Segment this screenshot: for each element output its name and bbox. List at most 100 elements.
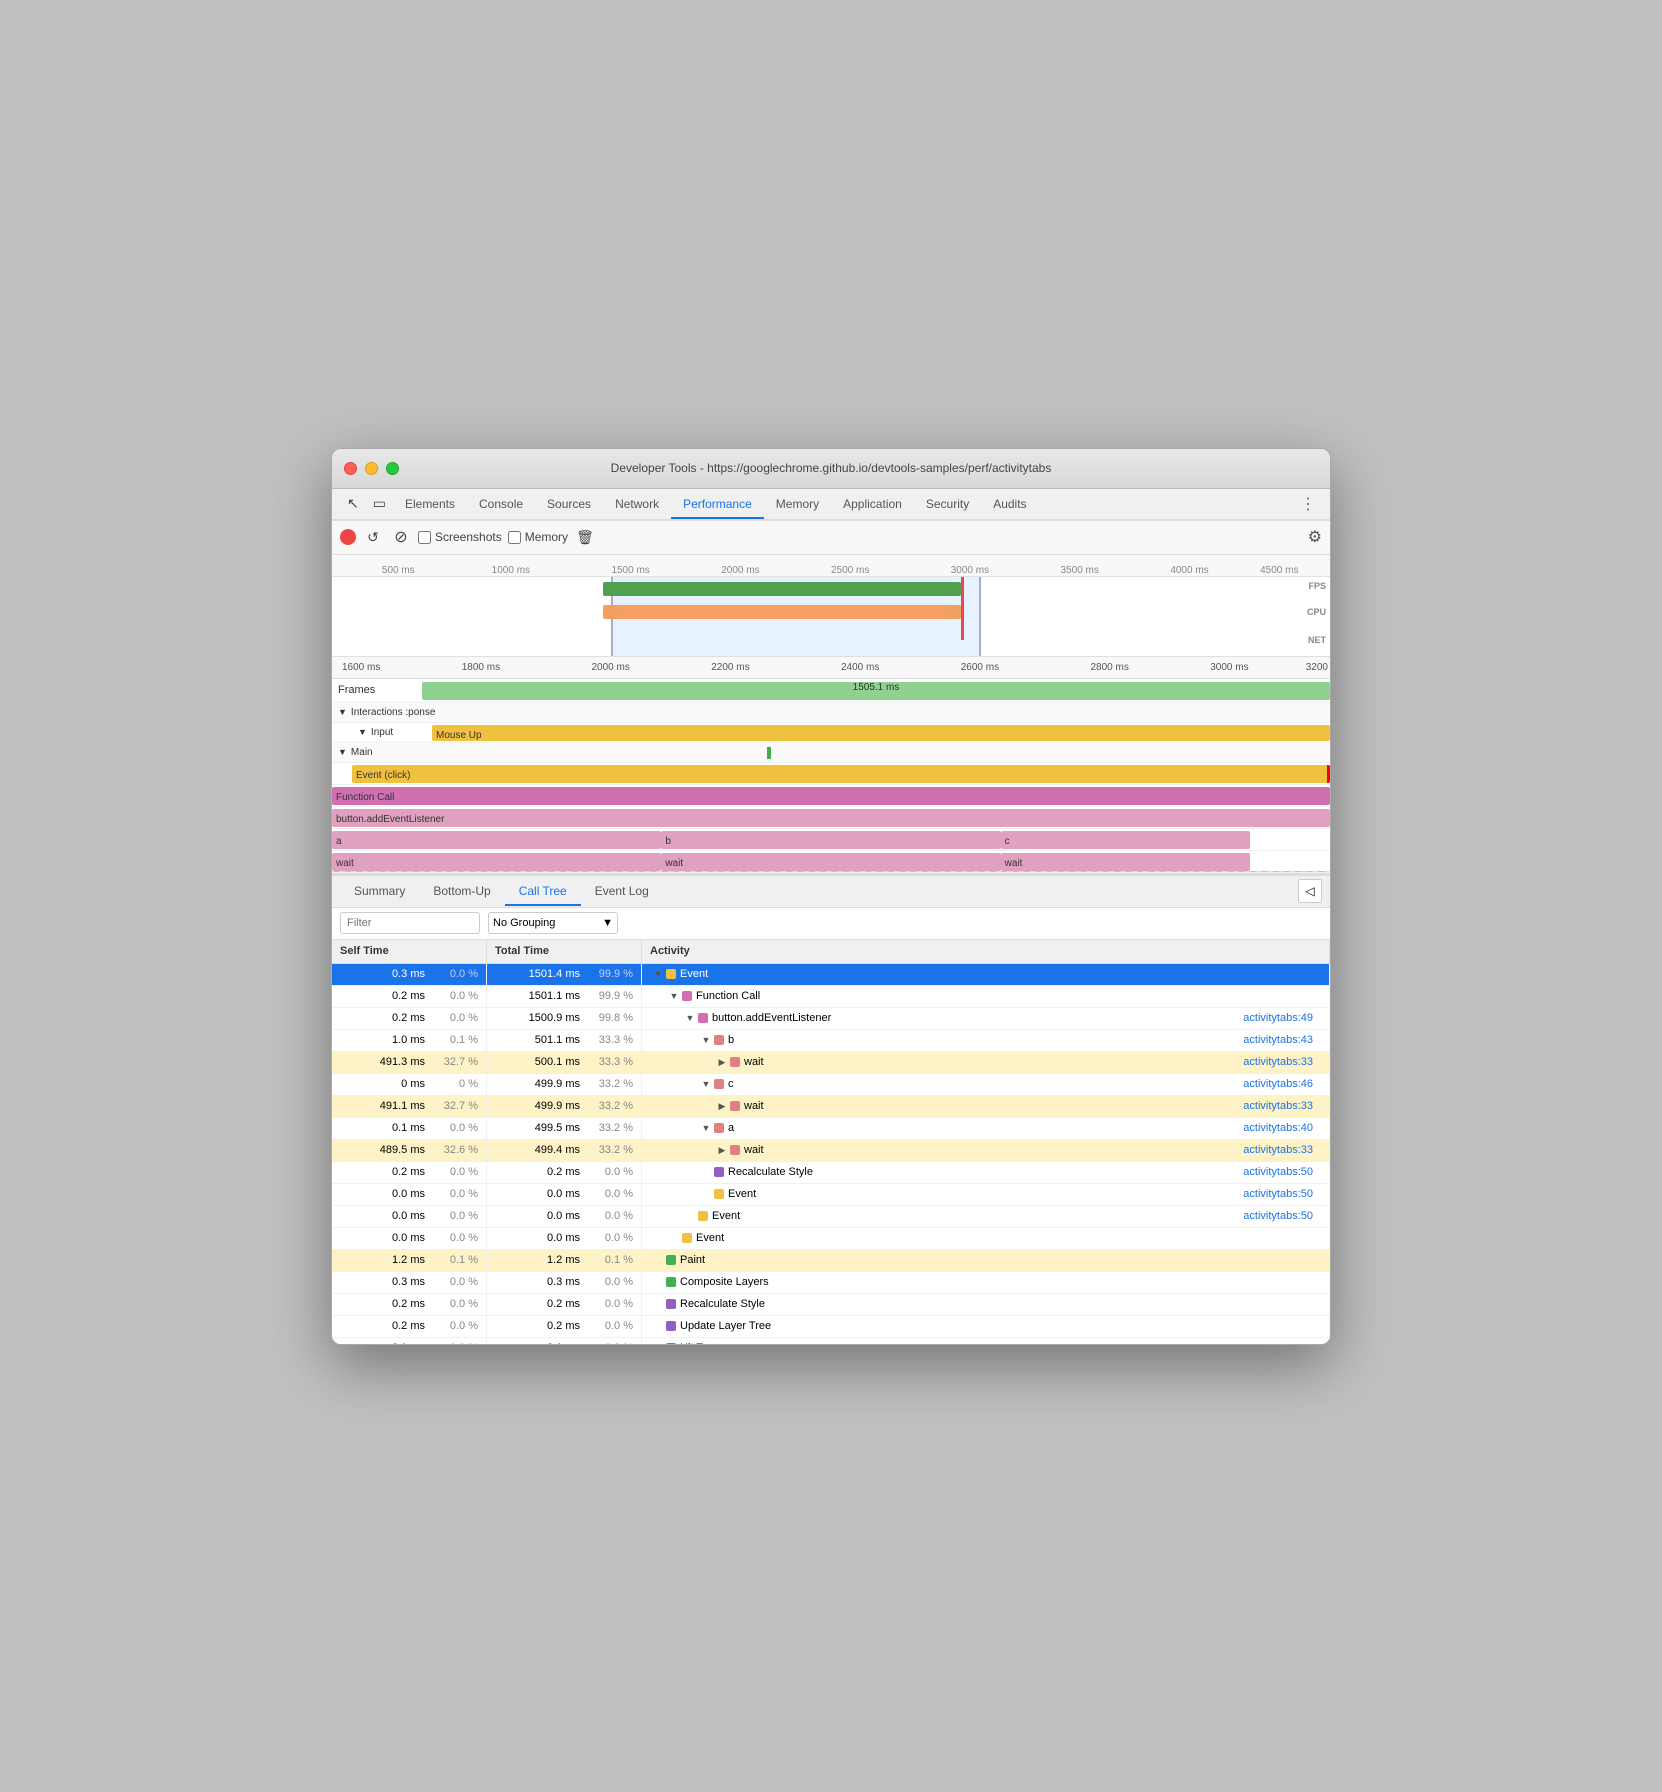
tab-event-log[interactable]: Event Log (581, 878, 663, 906)
memory-checkbox-label[interactable]: Memory (508, 530, 568, 544)
tick-2600: 2600 ms (961, 662, 999, 673)
td-activity: Recalculate Styleactivitytabs:50 (642, 1162, 1330, 1183)
table-row[interactable]: 489.5 ms32.6 %499.4 ms33.2 %▶waitactivit… (332, 1140, 1330, 1162)
tab-performance[interactable]: Performance (671, 491, 764, 519)
total-pct: 0.0 % (588, 1298, 633, 1310)
more-tabs-button[interactable]: ⋮ (1294, 494, 1322, 514)
source-link[interactable]: activitytabs:43 (1243, 1034, 1321, 1046)
source-link[interactable]: activitytabs:50 (1243, 1166, 1321, 1178)
tree-toggle[interactable]: ▼ (666, 991, 682, 1001)
frames-track: 1505.1 ms (422, 679, 1330, 702)
tab-bottom-up[interactable]: Bottom-Up (419, 878, 504, 906)
source-link[interactable]: activitytabs:50 (1243, 1210, 1321, 1222)
table-row[interactable]: 0.2 ms0.0 %0.2 ms0.0 %Recalculate Style (332, 1294, 1330, 1316)
table-row[interactable]: 0.3 ms0.0 %1501.4 ms99.9 %▼Event (332, 964, 1330, 986)
total-ms: 501.1 ms (520, 1034, 580, 1046)
tab-memory[interactable]: Memory (764, 491, 831, 519)
td-activity: ▼aactivitytabs:40 (642, 1118, 1330, 1139)
table-row[interactable]: 0.0 ms0.0 %0.0 ms0.0 %Eventactivitytabs:… (332, 1206, 1330, 1228)
tree-toggle[interactable]: ▼ (698, 1123, 714, 1133)
activity-color-indicator (682, 1233, 692, 1243)
source-link[interactable]: activitytabs:33 (1243, 1100, 1321, 1112)
self-ms: 0.3 ms (365, 1276, 425, 1288)
self-pct: 0.1 % (433, 1034, 478, 1046)
activity-color-indicator (714, 1167, 724, 1177)
source-link[interactable]: activitytabs:33 (1243, 1144, 1321, 1156)
maximize-button[interactable] (386, 462, 399, 475)
self-pct: 32.7 % (433, 1100, 478, 1112)
activity-color-indicator (714, 1079, 724, 1089)
self-ms: 0.2 ms (365, 1166, 425, 1178)
clear-button[interactable]: ⊘ (390, 526, 412, 548)
screenshots-checkbox-label[interactable]: Screenshots (418, 530, 502, 544)
abc-track: a b c (332, 829, 1330, 850)
source-link[interactable]: activitytabs:40 (1243, 1122, 1321, 1134)
source-link[interactable]: activitytabs:50 (1243, 1188, 1321, 1200)
grouping-select[interactable]: No Grouping ▼ (488, 912, 618, 934)
activity-name: button.addEventListener (712, 1012, 831, 1024)
record-button[interactable] (340, 529, 356, 545)
tab-audits[interactable]: Audits (981, 491, 1038, 519)
table-row[interactable]: 491.3 ms32.7 %500.1 ms33.3 %▶waitactivit… (332, 1052, 1330, 1074)
table-row[interactable]: 0.1 ms0.0 %0.1 ms0.0 %Hit Test (332, 1338, 1330, 1344)
table-row[interactable]: 0.0 ms0.0 %0.0 ms0.0 %Eventactivitytabs:… (332, 1184, 1330, 1206)
td-activity: ▼bactivitytabs:43 (642, 1030, 1330, 1051)
total-ms: 0.2 ms (520, 1166, 580, 1178)
td-self-time: 0.2 ms0.0 % (332, 1162, 487, 1183)
tree-toggle[interactable]: ▼ (682, 1013, 698, 1023)
delete-button[interactable]: 🗑 (574, 526, 596, 548)
minimize-button[interactable] (365, 462, 378, 475)
source-link[interactable]: activitytabs:33 (1243, 1056, 1321, 1068)
cursor-tool[interactable]: ↖ (340, 491, 366, 516)
screenshots-checkbox[interactable] (418, 531, 431, 544)
tab-application[interactable]: Application (831, 491, 914, 519)
settings-button[interactable]: ⚙ (1308, 527, 1322, 547)
activity-name: Event (728, 1188, 756, 1200)
table-row[interactable]: 491.1 ms32.7 %499.9 ms33.2 %▶waitactivit… (332, 1096, 1330, 1118)
td-total-time: 499.5 ms33.2 % (487, 1118, 642, 1139)
tick-2400: 2400 ms (841, 662, 879, 673)
reload-button[interactable]: ↺ (362, 526, 384, 548)
main-section-track (422, 743, 1330, 762)
tab-summary[interactable]: Summary (340, 878, 419, 906)
tree-toggle[interactable]: ▶ (714, 1101, 730, 1112)
self-pct: 0.0 % (433, 1342, 478, 1344)
source-link[interactable]: activitytabs:46 (1243, 1078, 1321, 1090)
tab-network[interactable]: Network (603, 491, 671, 519)
tree-toggle[interactable]: ▶ (714, 1145, 730, 1156)
tree-toggle[interactable]: ▼ (698, 1035, 714, 1045)
tree-toggle[interactable]: ▼ (650, 969, 666, 979)
td-self-time: 0.1 ms0.0 % (332, 1118, 487, 1139)
tab-console[interactable]: Console (467, 491, 535, 519)
table-row[interactable]: 0.0 ms0.0 %0.0 ms0.0 %Event (332, 1228, 1330, 1250)
self-pct: 0.0 % (433, 1276, 478, 1288)
tab-elements[interactable]: Elements (393, 491, 467, 519)
self-pct: 0.1 % (433, 1254, 478, 1266)
table-row[interactable]: 0.3 ms0.0 %0.3 ms0.0 %Composite Layers (332, 1272, 1330, 1294)
collapse-panel-button[interactable]: ◁ (1298, 879, 1322, 903)
td-activity: ▶waitactivitytabs:33 (642, 1052, 1330, 1073)
self-pct: 0.0 % (433, 1122, 478, 1134)
toggle-drawer[interactable]: ▭ (366, 491, 393, 516)
table-row[interactable]: 0.2 ms0.0 %0.2 ms0.0 %Update Layer Tree (332, 1316, 1330, 1338)
tab-sources[interactable]: Sources (535, 491, 603, 519)
td-total-time: 500.1 ms33.3 % (487, 1052, 642, 1073)
table-row[interactable]: 0.2 ms0.0 %1500.9 ms99.8 %▼button.addEve… (332, 1008, 1330, 1030)
tab-call-tree[interactable]: Call Tree (505, 878, 581, 906)
table-body: 0.3 ms0.0 %1501.4 ms99.9 %▼Event0.2 ms0.… (332, 964, 1330, 1344)
filter-input[interactable] (340, 912, 480, 934)
table-row[interactable]: 0.2 ms0.0 %1501.1 ms99.9 %▼Function Call (332, 986, 1330, 1008)
table-row[interactable]: 0.2 ms0.0 %0.2 ms0.0 %Recalculate Stylea… (332, 1162, 1330, 1184)
table-row[interactable]: 0.1 ms0.0 %499.5 ms33.2 %▼aactivitytabs:… (332, 1118, 1330, 1140)
self-ms: 0.2 ms (365, 1012, 425, 1024)
table-row[interactable]: 1.2 ms0.1 %1.2 ms0.1 %Paint (332, 1250, 1330, 1272)
table-row[interactable]: 1.0 ms0.1 %501.1 ms33.3 %▼bactivitytabs:… (332, 1030, 1330, 1052)
table-row[interactable]: 0 ms0 %499.9 ms33.2 %▼cactivitytabs:46 (332, 1074, 1330, 1096)
tree-toggle[interactable]: ▼ (698, 1079, 714, 1089)
memory-checkbox[interactable] (508, 531, 521, 544)
source-link[interactable]: activitytabs:49 (1243, 1012, 1321, 1024)
close-button[interactable] (344, 462, 357, 475)
td-self-time: 1.0 ms0.1 % (332, 1030, 487, 1051)
tree-toggle[interactable]: ▶ (714, 1057, 730, 1068)
tab-security[interactable]: Security (914, 491, 981, 519)
